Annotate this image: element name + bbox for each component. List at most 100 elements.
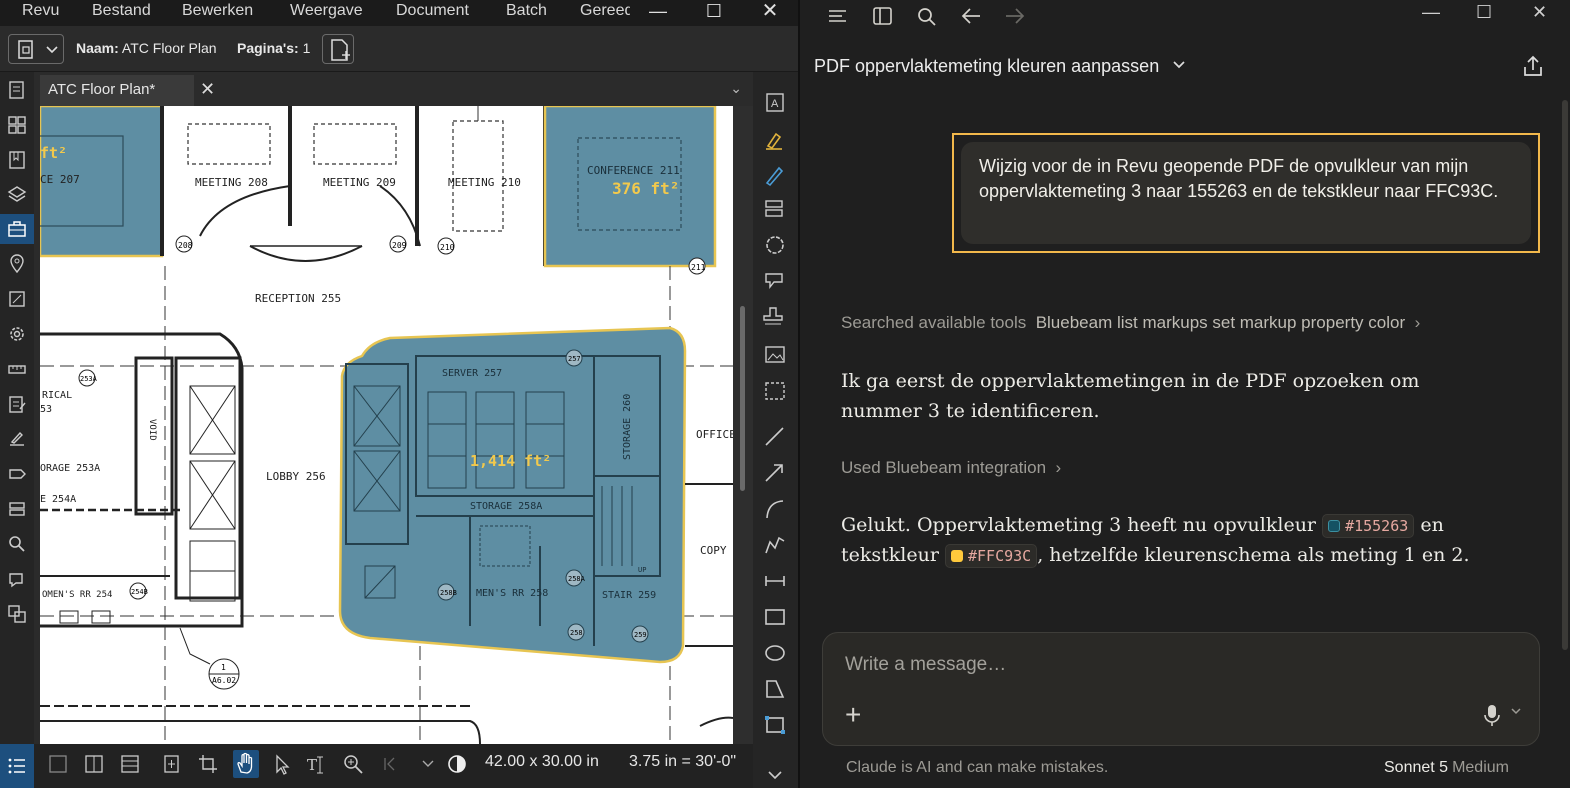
first-page-icon[interactable]	[382, 754, 398, 776]
page-size-readout[interactable]: 42.00 x 30.00 in	[485, 753, 599, 771]
canvas-vertical-scrollbar[interactable]	[733, 106, 753, 744]
scale-readout[interactable]: 3.75 in = 30'-0"	[629, 753, 736, 771]
minimize-button[interactable]: —	[638, 0, 678, 26]
room-label-conference-211: CONFERENCE 211	[587, 164, 680, 177]
share-icon[interactable]	[1520, 54, 1546, 80]
contrast-icon[interactable]	[446, 754, 468, 776]
properties-tab[interactable]	[0, 319, 34, 349]
arrow-tool-icon[interactable]	[762, 460, 788, 486]
bookmarks-tab[interactable]	[0, 145, 34, 175]
studio-tab[interactable]	[0, 564, 34, 594]
add-attachment-plus-icon[interactable]: +	[845, 701, 861, 729]
signatures-tab[interactable]	[0, 424, 34, 454]
model-selector[interactable]: Sonnet 5 Medium	[1384, 759, 1509, 777]
menu-document[interactable]: Document	[396, 2, 469, 20]
line-tool-icon[interactable]	[762, 424, 788, 450]
highlighter-tool-icon[interactable]	[762, 126, 788, 152]
callout-tool-icon[interactable]	[762, 268, 788, 294]
tool-search-row[interactable]: Searched available tools Bluebeam list m…	[841, 313, 1420, 333]
cloud-tool-icon[interactable]	[762, 232, 788, 258]
chat-scrollbar[interactable]	[1562, 100, 1568, 650]
tool-used-row[interactable]: Used Bluebeam integration ›	[841, 458, 1061, 478]
forward-arrow-icon[interactable]	[1003, 5, 1027, 27]
new-page-button[interactable]	[322, 34, 354, 64]
pan-hand-icon[interactable]	[233, 750, 259, 778]
tool-used-chevron-icon: ›	[1055, 458, 1062, 477]
single-page-icon[interactable]	[48, 754, 68, 776]
conversation-title-text: PDF oppervlaktemeting kleuren aanpassen	[814, 56, 1160, 76]
pdf-canvas[interactable]: ft² CE 207 MEETING 208 MEETING 209 MEETI…	[40, 106, 733, 744]
toolchest-tab[interactable]	[0, 214, 34, 244]
grid-tab[interactable]	[0, 110, 34, 140]
area-label-top-left: ft²	[40, 144, 67, 162]
snapshot-tool-icon[interactable]	[762, 378, 788, 404]
back-arrow-icon[interactable]	[960, 5, 984, 27]
tools-expand-chevron-down-icon[interactable]	[762, 766, 788, 784]
title-chevron-down-icon	[1173, 61, 1185, 69]
compare-tab[interactable]	[0, 599, 34, 629]
menu-bewerken[interactable]: Bewerken	[182, 2, 253, 20]
conversation-title[interactable]: PDF oppervlaktemeting kleuren aanpassen	[814, 56, 1188, 77]
document-tab-row: ATC Floor Plan* ✕ ⌄	[40, 72, 752, 106]
menu-icon[interactable]	[826, 5, 850, 27]
menu-bestand[interactable]: Bestand	[92, 2, 151, 20]
search-icon[interactable]	[915, 5, 939, 27]
area-tool-icon[interactable]	[762, 712, 788, 738]
close-button[interactable]: ✕	[750, 0, 790, 26]
claude-maximize-button[interactable]: ☐	[1476, 2, 1492, 23]
message-input[interactable]	[845, 651, 1445, 679]
scrollbar-thumb[interactable]	[740, 306, 745, 491]
menu-revu[interactable]: Revu	[22, 2, 59, 20]
tags-tab[interactable]	[0, 459, 34, 489]
polyline-tool-icon[interactable]	[762, 532, 788, 558]
microphone-icon[interactable]	[1481, 703, 1503, 729]
split-horizontal-icon[interactable]	[120, 754, 140, 776]
markup-list-button[interactable]	[0, 744, 34, 788]
layers-tab[interactable]	[0, 180, 34, 210]
floor-plan-drawing: ft² CE 207 MEETING 208 MEETING 209 MEETI…	[40, 106, 733, 744]
room-label-server-257: SERVER 257	[442, 368, 502, 379]
split-vertical-icon[interactable]	[84, 754, 104, 776]
thumbnails-tab[interactable]	[0, 75, 34, 105]
tab-atc-floor-plan[interactable]: ATC Floor Plan*	[40, 75, 194, 106]
markups-tab[interactable]	[0, 284, 34, 314]
zoom-icon[interactable]	[343, 754, 365, 776]
arc-tool-icon[interactable]	[762, 496, 788, 522]
menu-batch[interactable]: Batch	[506, 2, 547, 20]
select-arrow-icon[interactable]	[272, 754, 292, 776]
stamp-dropdown-tool-icon[interactable]	[762, 304, 788, 330]
ellipse-tool-icon[interactable]	[762, 640, 788, 666]
pen-tool-icon[interactable]	[762, 162, 788, 188]
claude-close-button[interactable]: ✕	[1532, 2, 1547, 23]
measurements-tab[interactable]	[0, 354, 34, 384]
search-tab[interactable]	[0, 529, 34, 559]
text-box-tool-icon[interactable]: A	[762, 90, 788, 116]
stamp-tool-icon[interactable]	[762, 196, 788, 222]
revu-window: Revu Bestand Bewerken Weergave Document …	[0, 0, 798, 788]
tab-close-icon[interactable]: ✕	[200, 80, 215, 98]
document-icon	[18, 40, 58, 59]
ruler-icon	[8, 365, 26, 374]
dimension-tool-icon[interactable]	[762, 568, 788, 594]
sync-icon[interactable]	[162, 754, 182, 776]
image-tool-icon[interactable]	[762, 342, 788, 368]
forms-tab[interactable]	[0, 389, 34, 419]
claude-minimize-button[interactable]: —	[1422, 2, 1440, 23]
document-menu-button[interactable]	[8, 34, 64, 64]
location-tab[interactable]	[0, 249, 34, 279]
sidebar-toggle-icon[interactable]	[871, 5, 895, 27]
rectangle-tool-icon[interactable]	[762, 604, 788, 630]
user-message: Wijzig voor de in Revu geopende PDF de o…	[961, 142, 1531, 244]
door-tag-258a: 258A	[568, 575, 586, 583]
menu-gereedschap[interactable]: Gereedschap	[580, 2, 630, 20]
page-nav-chevron-down-icon[interactable]	[420, 754, 436, 776]
stamps-tab[interactable]	[0, 494, 34, 524]
maximize-button[interactable]: ☐	[694, 0, 734, 26]
voice-chevron-down-icon[interactable]	[1509, 705, 1523, 719]
select-text-icon[interactable]: T	[306, 754, 326, 776]
tab-list-chevron-down-icon[interactable]: ⌄	[730, 80, 742, 97]
polygon-tool-icon[interactable]	[762, 676, 788, 702]
crop-icon[interactable]	[198, 754, 218, 776]
user-message-highlight: Wijzig voor de in Revu geopende PDF de o…	[952, 133, 1540, 253]
menu-weergave[interactable]: Weergave	[290, 2, 363, 20]
